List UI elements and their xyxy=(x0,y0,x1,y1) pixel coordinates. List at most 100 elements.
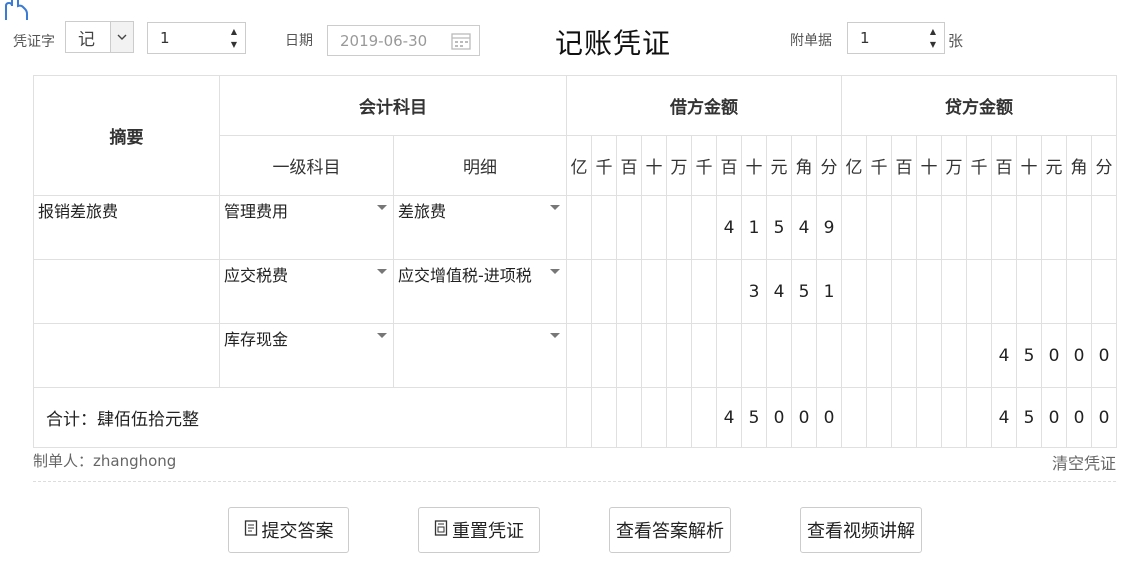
credit-header: 贷方金额 xyxy=(841,75,1117,136)
dropdown-triangle-icon[interactable] xyxy=(377,269,387,274)
date-input[interactable]: 2019-06-30 xyxy=(327,25,480,56)
dropdown-triangle-icon[interactable] xyxy=(377,333,387,338)
credit-digit-cell[interactable]: 5 xyxy=(1016,323,1042,388)
debit-digit-cell[interactable] xyxy=(816,323,842,388)
dropdown-triangle-icon[interactable] xyxy=(550,333,560,338)
reset-voucher-button[interactable]: 重置凭证 xyxy=(418,507,540,553)
credit-digit-cell[interactable] xyxy=(1066,195,1092,260)
debit-digit-cell[interactable] xyxy=(591,323,617,388)
debit-digit-cell[interactable] xyxy=(691,195,717,260)
credit-digit-cell[interactable] xyxy=(1091,259,1117,324)
credit-digit-cell[interactable] xyxy=(1066,259,1092,324)
debit-digit-cell[interactable] xyxy=(591,195,617,260)
calendar-icon[interactable] xyxy=(451,32,471,54)
summary-cell[interactable] xyxy=(33,323,220,388)
credit-digit-cell[interactable]: 0 xyxy=(1091,323,1117,388)
debit-digit-cell[interactable] xyxy=(716,323,742,388)
view-video-explanation-button[interactable]: 查看视频讲解 xyxy=(800,507,922,553)
debit-digit-cell[interactable]: 9 xyxy=(816,195,842,260)
credit-digit-cell[interactable] xyxy=(916,195,942,260)
credit-digit-cell[interactable] xyxy=(891,259,917,324)
debit-digit-cell[interactable] xyxy=(591,259,617,324)
debit-digit-cell[interactable]: 4 xyxy=(716,195,742,260)
debit-digit-cell[interactable]: 5 xyxy=(791,259,817,324)
summary-cell[interactable] xyxy=(33,259,220,324)
credit-digit-cell[interactable] xyxy=(941,259,967,324)
debit-digit-cell[interactable] xyxy=(616,323,642,388)
debit-digit-cell[interactable] xyxy=(741,323,767,388)
level1-account-select[interactable]: 应交税费 xyxy=(219,259,394,324)
credit-digit-cell[interactable] xyxy=(841,259,867,324)
credit-digit-header: 亿 xyxy=(841,135,867,196)
credit-digit-cell[interactable]: 0 xyxy=(1066,323,1092,388)
credit-digit-cell[interactable] xyxy=(891,195,917,260)
credit-digit-cell[interactable] xyxy=(916,323,942,388)
stepper-arrows-icon[interactable]: ▲ ▼ xyxy=(922,23,944,53)
debit-digit-cell[interactable] xyxy=(666,259,692,324)
debit-digit-cell[interactable] xyxy=(666,323,692,388)
chevron-down-icon[interactable] xyxy=(110,22,133,52)
detail-header: 明细 xyxy=(393,135,567,196)
credit-digit-cell[interactable] xyxy=(1016,259,1042,324)
voucher-word-select[interactable]: 记 xyxy=(65,21,134,53)
credit-digit-cell[interactable] xyxy=(991,259,1017,324)
debit-digit-cell[interactable] xyxy=(566,323,592,388)
debit-digit-cell[interactable] xyxy=(691,323,717,388)
debit-digit-cell[interactable] xyxy=(616,259,642,324)
credit-digit-header: 千 xyxy=(966,135,992,196)
credit-digit-cell[interactable]: 0 xyxy=(1041,323,1067,388)
debit-digit-cell[interactable]: 5 xyxy=(766,195,792,260)
credit-digit-cell[interactable] xyxy=(841,195,867,260)
detail-account-select[interactable] xyxy=(393,323,567,388)
level1-account-select[interactable]: 库存现金 xyxy=(219,323,394,388)
debit-digit-cell[interactable] xyxy=(691,259,717,324)
dropdown-triangle-icon[interactable] xyxy=(550,269,560,274)
debit-digit-cell[interactable] xyxy=(566,259,592,324)
credit-digit-cell[interactable]: 4 xyxy=(991,323,1017,388)
debit-digit-cell[interactable]: 3 xyxy=(741,259,767,324)
debit-digit-cell[interactable] xyxy=(666,195,692,260)
view-answer-analysis-button[interactable]: 查看答案解析 xyxy=(609,507,731,553)
submit-answer-label: 提交答案 xyxy=(261,521,334,542)
debit-digit-cell[interactable] xyxy=(766,323,792,388)
debit-digit-cell[interactable] xyxy=(566,195,592,260)
debit-digit-cell[interactable]: 1 xyxy=(816,259,842,324)
credit-digit-cell[interactable] xyxy=(941,195,967,260)
credit-digit-cell[interactable] xyxy=(1041,259,1067,324)
debit-digit-cell[interactable] xyxy=(716,259,742,324)
debit-digit-cell[interactable] xyxy=(641,259,667,324)
credit-digit-cell[interactable] xyxy=(891,323,917,388)
credit-digit-cell[interactable] xyxy=(866,259,892,324)
detail-account-select[interactable]: 应交增值税-进项税 xyxy=(393,259,567,324)
credit-digit-cell[interactable] xyxy=(941,323,967,388)
credit-digit-cell[interactable] xyxy=(966,323,992,388)
dropdown-triangle-icon[interactable] xyxy=(377,205,387,210)
attachments-stepper[interactable]: 1 ▲ ▼ xyxy=(847,22,945,54)
credit-digit-cell[interactable] xyxy=(841,323,867,388)
summary-cell[interactable]: 报销差旅费 xyxy=(33,195,220,260)
credit-digit-cell[interactable] xyxy=(916,259,942,324)
debit-digit-cell[interactable] xyxy=(641,323,667,388)
voucher-number-stepper[interactable]: 1 ▲ ▼ xyxy=(147,22,246,54)
detail-account-select[interactable]: 差旅费 xyxy=(393,195,567,260)
debit-digit-cell[interactable]: 1 xyxy=(741,195,767,260)
credit-digit-cell[interactable] xyxy=(1016,195,1042,260)
submit-answer-button[interactable]: 提交答案 xyxy=(228,507,349,553)
credit-digit-cell[interactable] xyxy=(866,323,892,388)
credit-digit-cell[interactable] xyxy=(1041,195,1067,260)
credit-digit-cell[interactable] xyxy=(1091,195,1117,260)
credit-digit-cell[interactable] xyxy=(966,259,992,324)
clear-voucher-link[interactable]: 清空凭证 xyxy=(1052,450,1116,474)
credit-digit-cell[interactable] xyxy=(966,195,992,260)
stepper-arrows-icon[interactable]: ▲ ▼ xyxy=(223,23,245,53)
level1-account-select[interactable]: 管理费用 xyxy=(219,195,394,260)
debit-digit-cell[interactable]: 4 xyxy=(766,259,792,324)
debit-digit-cell[interactable] xyxy=(641,195,667,260)
debit-digit-cell[interactable]: 4 xyxy=(791,195,817,260)
credit-digit-header: 元 xyxy=(1041,135,1067,196)
debit-digit-cell[interactable] xyxy=(791,323,817,388)
debit-digit-cell[interactable] xyxy=(616,195,642,260)
dropdown-triangle-icon[interactable] xyxy=(550,205,560,210)
credit-digit-cell[interactable] xyxy=(991,195,1017,260)
credit-digit-cell[interactable] xyxy=(866,195,892,260)
